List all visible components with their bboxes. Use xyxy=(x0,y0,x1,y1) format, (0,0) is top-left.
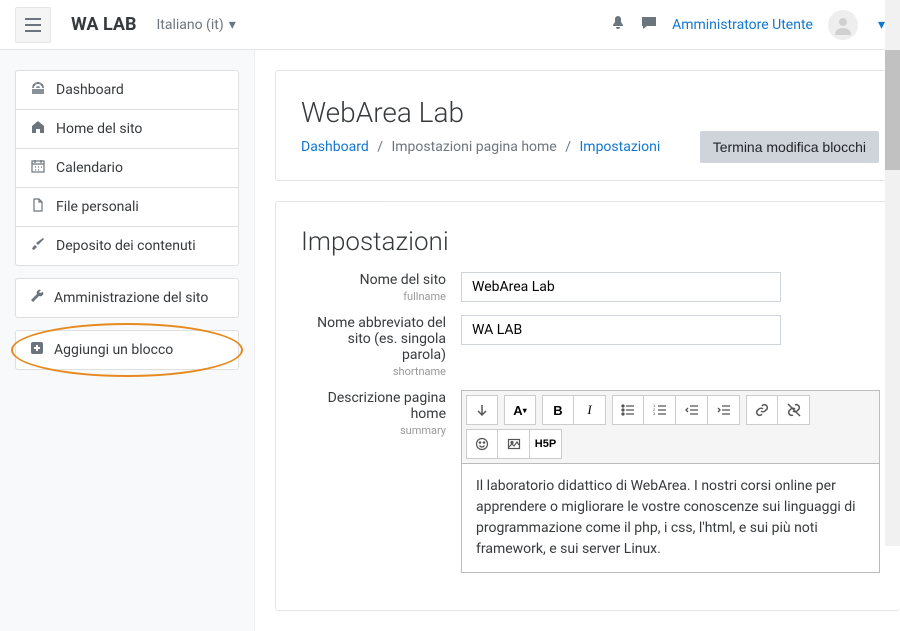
sidebar-add-block[interactable]: Aggiungi un blocco xyxy=(15,330,239,370)
navbar: WA LAB Italiano (it) ▾ Amministratore Ut… xyxy=(0,0,900,50)
sidebar-item-label: File personali xyxy=(56,199,139,215)
sidebar-item-label: Home del sito xyxy=(56,121,142,137)
file-icon xyxy=(30,198,46,216)
toolbar-unlink-button[interactable] xyxy=(778,395,810,425)
short-name-input[interactable] xyxy=(461,315,781,345)
toolbar-indent-button[interactable] xyxy=(708,395,740,425)
sidebar-item-label: Calendario xyxy=(56,160,123,176)
label-sitename: Nome del sito fullname xyxy=(301,272,461,303)
toolbar-link-button[interactable] xyxy=(746,395,778,425)
toolbar-ol-button[interactable]: 123 xyxy=(644,395,676,425)
language-selector[interactable]: Italiano (it) ▾ xyxy=(156,17,235,33)
user-menu[interactable]: Amministratore Utente xyxy=(672,17,813,33)
brand[interactable]: WA LAB xyxy=(71,14,136,35)
avatar[interactable] xyxy=(828,10,858,40)
toolbar-h5p-button[interactable]: H5P xyxy=(530,429,562,459)
sidebar-item-home[interactable]: Home del sito xyxy=(16,110,238,149)
calendar-icon xyxy=(30,159,46,177)
toolbar-styles-button[interactable]: A▾ xyxy=(504,395,536,425)
editor-toolbar: A▾ B I 123 xyxy=(461,390,880,464)
toolbar-ul-button[interactable] xyxy=(612,395,644,425)
paintbrush-icon xyxy=(30,237,46,255)
toolbar-expand-button[interactable] xyxy=(466,395,498,425)
plus-icon xyxy=(30,341,44,359)
page-header-card: WebArea Lab Dashboard / Impostazioni pag… xyxy=(275,70,900,181)
sidebar-item-dashboard[interactable]: Dashboard xyxy=(16,71,238,110)
settings-card: Impostazioni Nome del sito fullname Nome… xyxy=(275,201,900,611)
form-row-shortname: Nome abbreviato del sito (es. singola pa… xyxy=(301,315,900,378)
label-shortname: Nome abbreviato del sito (es. singola pa… xyxy=(301,315,461,378)
sidebar: Dashboard Home del sito Calendario File … xyxy=(0,50,255,631)
sidebar-item-content-bank[interactable]: Deposito dei contenuti xyxy=(16,227,238,265)
page-title: WebArea Lab xyxy=(301,96,874,129)
chat-icon[interactable] xyxy=(641,15,657,35)
navbar-right: Amministratore Utente ▾ xyxy=(610,10,885,40)
sidebar-nav: Dashboard Home del sito Calendario File … xyxy=(15,70,239,266)
sidebar-item-files[interactable]: File personali xyxy=(16,188,238,227)
sidebar-item-calendar[interactable]: Calendario xyxy=(16,149,238,188)
hamburger-icon xyxy=(25,18,41,32)
breadcrumb-separator: / xyxy=(377,139,383,155)
breadcrumb-settings[interactable]: Impostazioni xyxy=(579,139,660,155)
breadcrumb-dashboard[interactable]: Dashboard xyxy=(301,139,369,155)
language-label: Italiano (it) xyxy=(156,17,223,33)
label-description: Descrizione pagina home summary xyxy=(301,390,461,437)
toolbar-image-button[interactable] xyxy=(498,429,530,459)
chevron-down-icon: ▾ xyxy=(229,17,236,33)
sidebar-item-label: Amministrazione del sito xyxy=(54,290,208,306)
sidebar-item-label: Aggiungi un blocco xyxy=(54,342,173,358)
menu-toggle-button[interactable] xyxy=(15,7,51,43)
sidebar-item-label: Deposito dei contenuti xyxy=(56,238,196,254)
breadcrumb-settings-page: Impostazioni pagina home xyxy=(391,139,556,155)
end-block-editing-button[interactable]: Termina modifica blocchi xyxy=(700,131,879,163)
form-row-sitename: Nome del sito fullname xyxy=(301,272,900,303)
home-icon xyxy=(30,120,46,138)
main-content: WebArea Lab Dashboard / Impostazioni pag… xyxy=(255,50,900,631)
sidebar-item-label: Dashboard xyxy=(56,82,124,98)
wrench-icon xyxy=(30,289,44,307)
toolbar-italic-button[interactable]: I xyxy=(574,395,606,425)
toolbar-outdent-button[interactable] xyxy=(676,395,708,425)
svg-text:3: 3 xyxy=(653,411,656,416)
site-name-input[interactable] xyxy=(461,272,781,302)
toolbar-bold-button[interactable]: B xyxy=(542,395,574,425)
toolbar-emoji-button[interactable] xyxy=(466,429,498,459)
dashboard-icon xyxy=(30,81,46,99)
breadcrumb-separator: / xyxy=(565,139,571,155)
sidebar-item-admin[interactable]: Amministrazione del sito xyxy=(15,278,239,318)
description-editor[interactable]: Il laboratorio didattico di WebArea. I n… xyxy=(461,464,880,573)
bell-icon[interactable] xyxy=(610,15,626,35)
user-dropdown-caret[interactable]: ▾ xyxy=(878,17,885,33)
scrollbar[interactable] xyxy=(885,0,900,546)
settings-heading: Impostazioni xyxy=(301,227,900,257)
scrollbar-thumb[interactable] xyxy=(885,50,900,170)
